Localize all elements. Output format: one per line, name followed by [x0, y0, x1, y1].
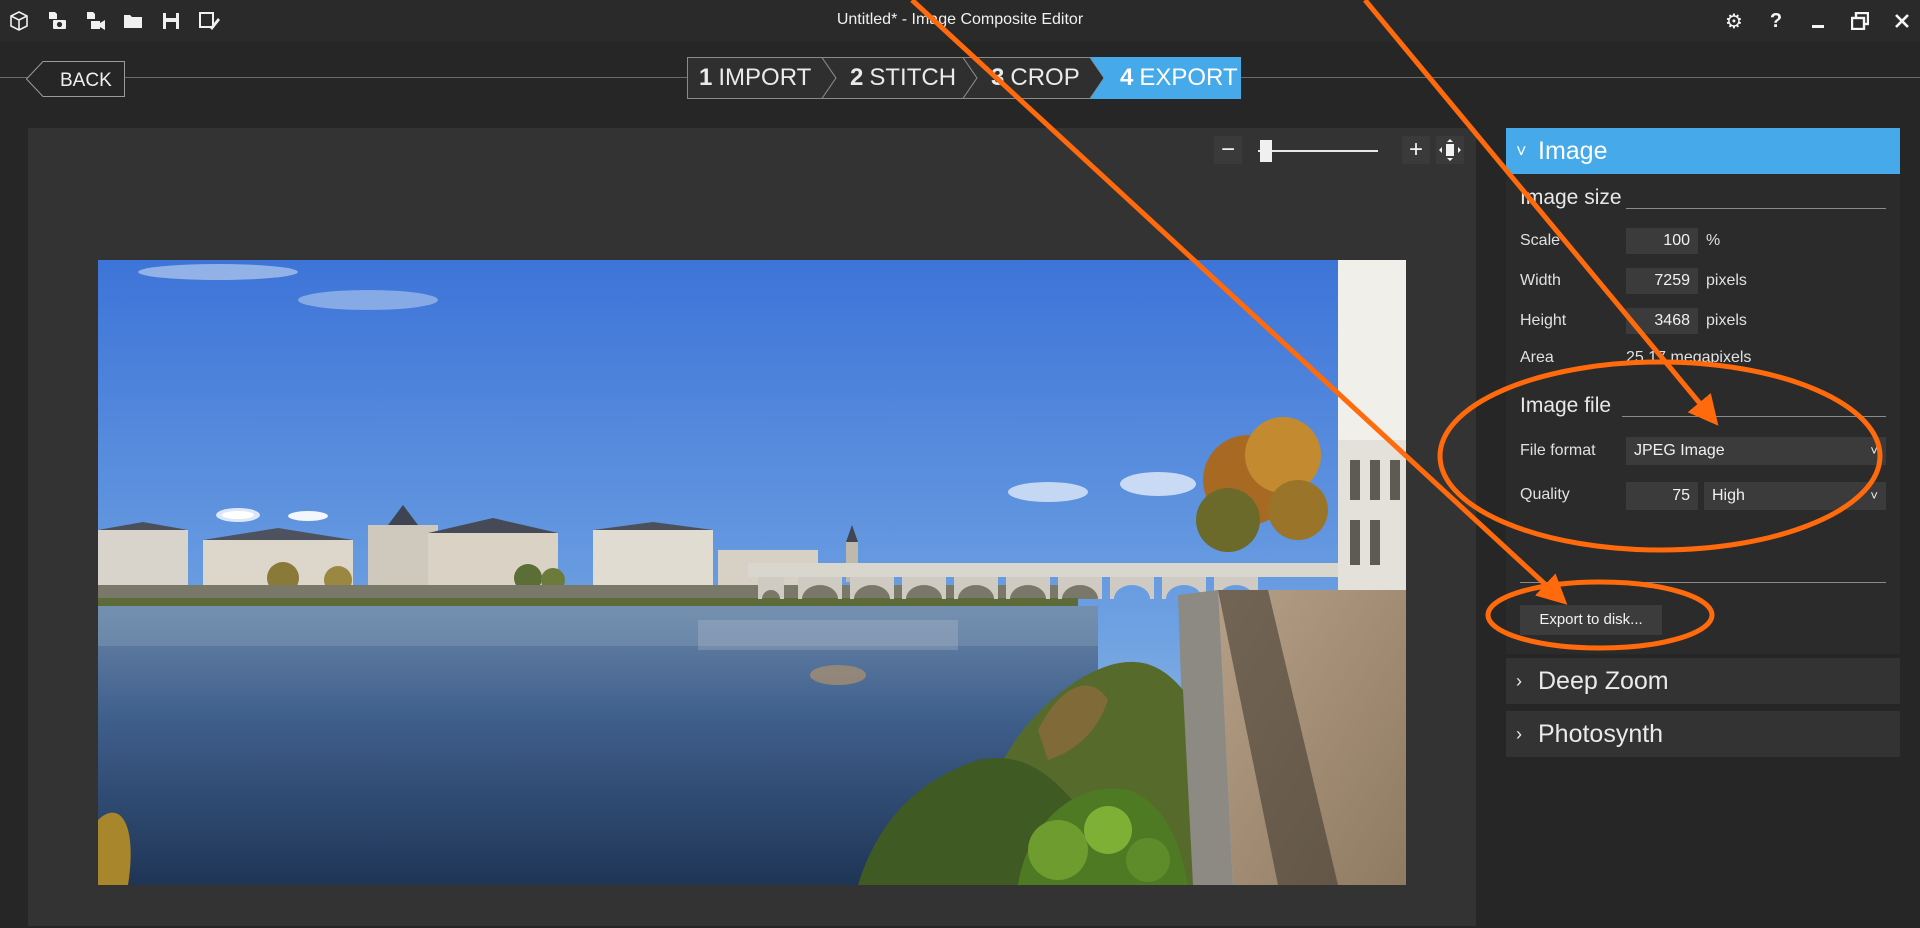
step-number: 3	[991, 64, 1005, 91]
help-icon[interactable]: ?	[1758, 6, 1794, 36]
chevron-right-icon: ›	[1516, 670, 1522, 691]
close-icon[interactable]	[1884, 6, 1920, 36]
width-label: Width	[1520, 272, 1561, 289]
deep-zoom-section-header[interactable]: › Deep Zoom	[1506, 658, 1900, 704]
image-section-header[interactable]: ˅ Image	[1506, 128, 1900, 174]
step-label: STITCH	[869, 64, 957, 91]
zoom-out-button[interactable]: −	[1214, 136, 1242, 164]
zoom-controls: − +	[1214, 134, 1474, 170]
restore-icon[interactable]	[1842, 6, 1878, 36]
photosynth-title: Photosynth	[1538, 719, 1664, 748]
area-value: 25,17 megapixels	[1626, 349, 1752, 366]
zoom-in-button[interactable]: +	[1402, 136, 1430, 164]
zoom-slider-track[interactable]	[1258, 150, 1378, 152]
file-format-select[interactable]: JPEG Image ˅	[1626, 437, 1886, 465]
tab-export[interactable]: 4 EXPORT	[1120, 57, 1238, 99]
step-label: IMPORT	[718, 64, 812, 91]
panorama-preview-image	[98, 250, 1406, 885]
height-field[interactable]: 3468	[1626, 308, 1698, 334]
height-label: Height	[1520, 312, 1567, 329]
zoom-slider-thumb[interactable]	[1260, 140, 1272, 162]
step-number: 1	[699, 64, 713, 91]
file-format-value: JPEG Image	[1634, 442, 1725, 459]
export-settings-panel: ˅ Image Image size Scale 100 % Width 725…	[1506, 128, 1900, 928]
step-number: 2	[850, 64, 864, 91]
chevron-right-icon: ›	[1516, 723, 1522, 744]
image-file-title: Image file	[1520, 394, 1612, 417]
back-label: BACK	[60, 70, 112, 91]
step-number: 4	[1120, 64, 1134, 91]
scale-field[interactable]: 100	[1626, 228, 1698, 254]
export-to-disk-button[interactable]: Export to disk...	[1520, 605, 1662, 635]
file-format-label: File format	[1520, 442, 1596, 459]
width-field[interactable]: 7259	[1626, 268, 1698, 294]
quality-field[interactable]: 75	[1626, 482, 1698, 510]
divider	[1622, 416, 1886, 417]
settings-icon[interactable]: ⚙	[1716, 6, 1752, 36]
width-unit: pixels	[1706, 272, 1747, 289]
scale-unit: %	[1706, 232, 1721, 249]
step-label: EXPORT	[1139, 64, 1238, 91]
chevron-down-icon: ˅	[1870, 488, 1878, 503]
quality-preset-select[interactable]: High ˅	[1704, 482, 1886, 510]
chevron-down-icon: ˅	[1870, 443, 1878, 458]
window-title: Untitled* - Image Composite Editor	[836, 11, 1084, 28]
photosynth-section-header[interactable]: › Photosynth	[1506, 711, 1900, 757]
chevron-down-icon: ˅	[1516, 140, 1527, 161]
tab-crop[interactable]: 3 CROP	[991, 57, 1080, 99]
minimize-icon[interactable]	[1800, 6, 1836, 36]
image-section-body: Image size Scale 100 % Width 7259 pixels…	[1506, 174, 1900, 654]
tab-import[interactable]: 1 IMPORT	[699, 57, 811, 99]
area-label: Area	[1520, 349, 1554, 366]
height-unit: pixels	[1706, 312, 1747, 329]
step-label: CROP	[1010, 64, 1080, 91]
image-section-title: Image	[1538, 136, 1608, 165]
tab-stitch[interactable]: 2 STITCH	[850, 57, 956, 99]
window-controls: ⚙ ?	[1716, 6, 1920, 36]
image-size-title: Image size	[1520, 186, 1622, 209]
fit-to-window-icon[interactable]	[1436, 136, 1464, 164]
quality-preset-value: High	[1712, 487, 1745, 504]
deep-zoom-title: Deep Zoom	[1538, 666, 1669, 695]
divider	[1626, 208, 1886, 209]
title-bar: Untitled* - Image Composite Editor ⚙ ?	[0, 0, 1920, 42]
divider	[1520, 582, 1886, 583]
scale-label: Scale	[1520, 232, 1561, 249]
wizard-nav: BACK 1 IMPORT 2 STITCH 3 CROP 4 EXPORT	[0, 42, 1920, 112]
quality-label: Quality	[1520, 486, 1570, 503]
